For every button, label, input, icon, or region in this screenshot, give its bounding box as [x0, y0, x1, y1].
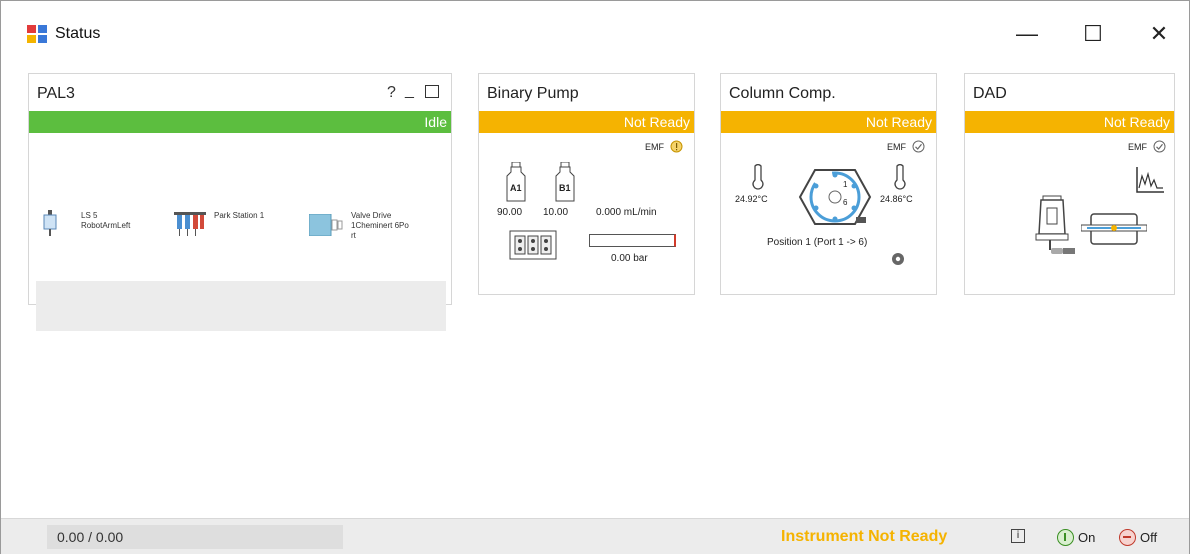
status-badge: Not Ready [721, 111, 936, 133]
percent-b-value: 10.00 [543, 207, 569, 218]
status-badge: Idle [29, 111, 451, 133]
module-card-column-comp[interactable]: Column Comp. Not Ready EMF 24.92°C 24.86… [720, 73, 937, 295]
temp-right-value: 24.86°C [880, 194, 913, 204]
status-window: Status — ☐ ✕ PAL3 ? _ Idle LS 5 RobotArm… [0, 0, 1190, 554]
emf-label: EMF [645, 142, 664, 152]
temp-left-value: 24.92°C [735, 194, 768, 204]
bottle-a-icon [506, 162, 526, 202]
component-label-valve-drive: Valve Drive 1Cheminert 6Po rt [351, 211, 409, 240]
maximize-button[interactable]: ☐ [1073, 17, 1113, 51]
park-station-icon [174, 212, 206, 236]
power-off-label: Off [1140, 529, 1158, 545]
thermometer-left-icon [752, 164, 764, 190]
valve-settings-icon[interactable] [891, 252, 905, 266]
instrument-status-text: Instrument Not Ready [781, 528, 948, 545]
flow-cell-icon [1081, 213, 1147, 245]
help-button[interactable]: ? [387, 84, 396, 102]
power-on-icon [1057, 528, 1074, 546]
robot-arm-icon [43, 210, 57, 236]
power-off-icon [1119, 528, 1136, 546]
pressure-value: 0.00 bar [611, 253, 648, 264]
component-label-robot-arm: LS 5 RobotArmLeft [81, 211, 131, 230]
module-title: DAD [973, 85, 1007, 102]
port-top-label: 1 [843, 180, 848, 189]
module-title: Column Comp. [729, 85, 836, 102]
status-badge: Not Ready [965, 111, 1174, 133]
percent-a-value: 90.00 [497, 207, 523, 218]
title-bar: Status — ☐ ✕ [1, 1, 1189, 67]
module-card-binary-pump[interactable]: Binary Pump Not Ready EMF A1 B1 90.00 10… [478, 73, 695, 295]
maximize-module-button[interactable] [425, 85, 439, 98]
pal3-detail-area [36, 281, 446, 331]
status-badge: Not Ready [479, 111, 694, 133]
valve-drive-icon [309, 214, 343, 236]
power-on-button[interactable]: On [1057, 527, 1095, 547]
power-off-button[interactable]: Off [1119, 527, 1157, 547]
lamp-icon [1035, 195, 1075, 254]
info-button[interactable]: i [1011, 529, 1025, 543]
app-icon [27, 25, 47, 43]
module-title: PAL3 [37, 85, 75, 102]
valve-dial-icon [798, 169, 872, 225]
bottle-b-icon [555, 162, 575, 202]
bottle-a-label: A1 [510, 183, 522, 193]
spectrum-icon [1136, 167, 1164, 193]
emf-ok-icon [1153, 140, 1166, 153]
emf-label: EMF [887, 142, 906, 152]
emf-warning-icon [670, 140, 683, 153]
port-bottom-label: 6 [843, 198, 848, 207]
minimize-button[interactable]: — [1007, 17, 1047, 51]
power-on-label: On [1078, 529, 1096, 545]
status-footer: 0.00 / 0.00 Instrument Not Ready i On Of… [1, 518, 1189, 554]
pressure-gauge [589, 234, 676, 247]
thermometer-right-icon [894, 164, 906, 190]
valve-position-text: Position 1 (Port 1 -> 6) [767, 237, 868, 248]
bottle-b-label: B1 [559, 183, 571, 193]
window-title: Status [55, 25, 101, 42]
component-label-park-station: Park Station 1 [214, 211, 265, 220]
run-counter: 0.00 / 0.00 [47, 525, 343, 549]
emf-label: EMF [1128, 142, 1147, 152]
emf-ok-icon [912, 140, 925, 153]
module-title: Binary Pump [487, 85, 579, 102]
pump-head-icon [509, 230, 557, 260]
module-card-pal3[interactable]: PAL3 ? _ Idle LS 5 RobotArmLeft Park Sta… [28, 73, 452, 331]
close-button[interactable]: ✕ [1139, 17, 1179, 51]
minimize-module-button[interactable]: _ [405, 82, 414, 100]
flow-value: 0.000 mL/min [596, 207, 657, 218]
module-card-dad[interactable]: DAD Not Ready EMF [964, 73, 1175, 295]
